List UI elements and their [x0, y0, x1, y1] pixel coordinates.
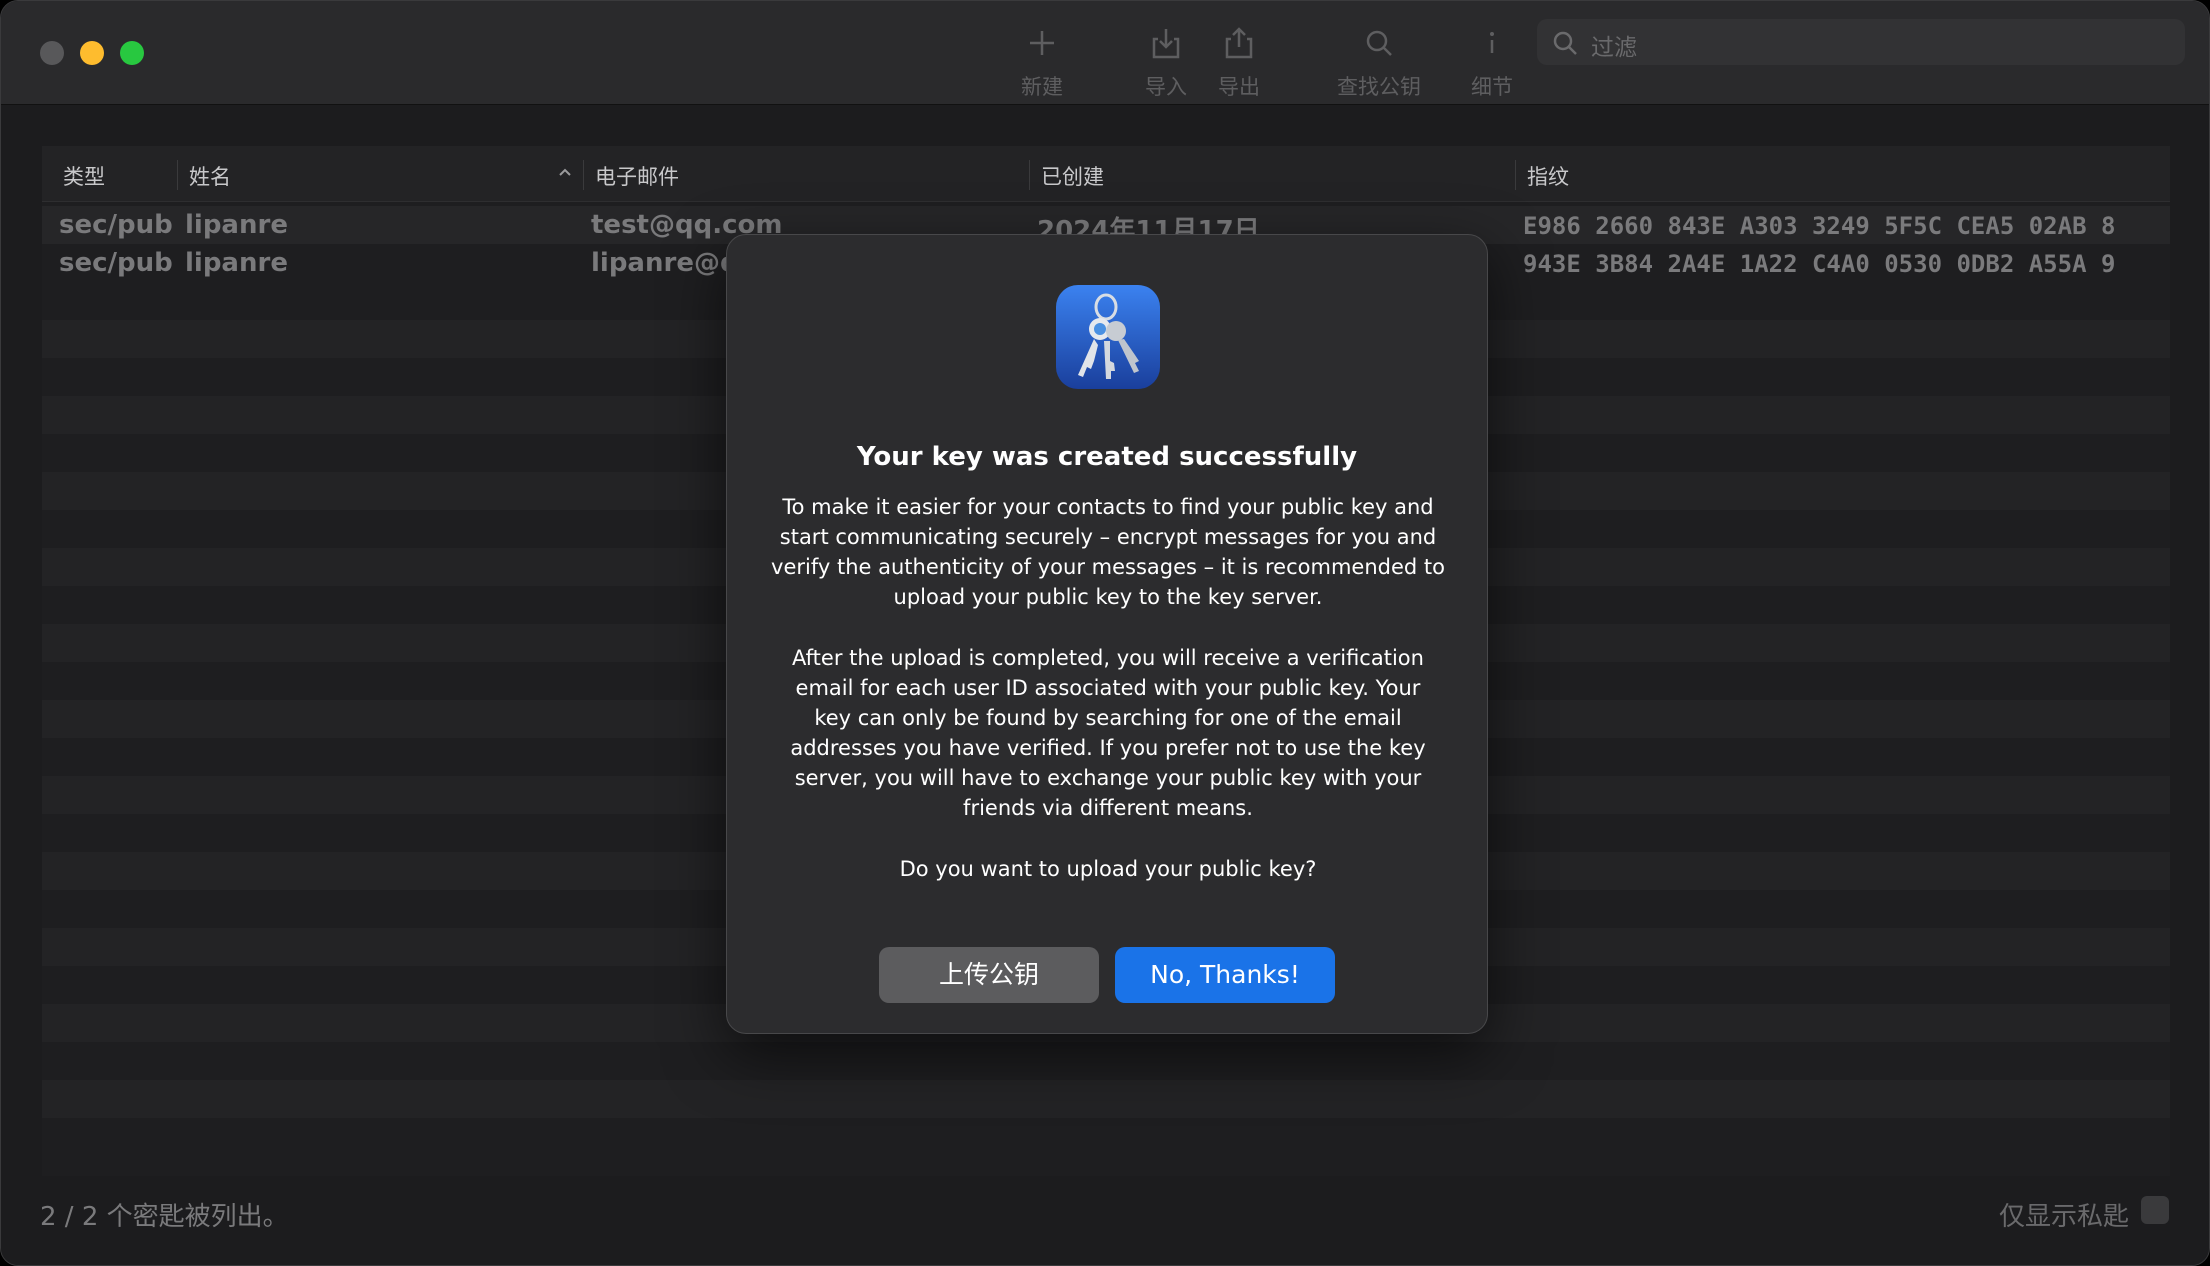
lookup-key-label: 查找公钥	[1337, 75, 1421, 99]
cell-type: sec/pub	[59, 210, 173, 240]
cell-name: lipanre	[185, 248, 288, 278]
dialog-text-line: verify the authenticity of your messages…	[771, 555, 1445, 579]
status-footer: 2 / 2 个密匙被列出。 仅显示私匙	[1, 1176, 2209, 1265]
gpg-keychain-app-icon	[1056, 285, 1160, 389]
dialog-text-line: key can only be found by searching for o…	[814, 706, 1402, 730]
dialog-question: Do you want to upload your public key?	[899, 857, 1317, 881]
dialog-text-line: addresses you have verified. If you pref…	[790, 736, 1426, 760]
column-divider	[1029, 160, 1030, 190]
export-button[interactable]: 导出	[1218, 23, 1260, 101]
column-divider	[177, 160, 178, 190]
gpg-keychain-window: 新建 导入 导出 查找公钥 细节 过滤 类型 姓名 电子邮件 已创建 指纹 se…	[0, 0, 2210, 1266]
cell-type: sec/pub	[59, 248, 173, 278]
column-header-type[interactable]: 类型	[63, 161, 105, 191]
import-label: 导入	[1145, 75, 1187, 99]
import-icon	[1152, 29, 1180, 59]
plus-icon	[1030, 31, 1054, 55]
column-header-fingerprint[interactable]: 指纹	[1527, 161, 1569, 191]
column-header-email[interactable]: 电子邮件	[595, 161, 679, 191]
column-divider	[583, 160, 584, 190]
details-label: 细节	[1471, 75, 1513, 99]
search-placeholder: 过滤	[1591, 35, 1637, 61]
magnifier-icon	[1366, 30, 1392, 56]
dialog-text-line: email for each user ID associated with y…	[795, 676, 1421, 700]
dialog-title: Your key was created successfully	[856, 442, 1358, 472]
dialog-text-line: friends via different means.	[963, 796, 1253, 820]
no-thanks-button[interactable]: No, Thanks!	[1115, 947, 1335, 1003]
column-header-name[interactable]: 姓名	[189, 161, 231, 191]
dialog-text-line: server, you will have to exchange your p…	[794, 766, 1422, 790]
close-window-button[interactable]	[40, 41, 64, 65]
search-icon	[1553, 31, 1577, 55]
title-bar: 新建 导入 导出 查找公钥 细节 过滤	[1, 1, 2209, 105]
dialog-text-line: start communicating securely – encrypt m…	[779, 525, 1437, 549]
dialog-text-line: upload your public key to the key server…	[893, 585, 1323, 609]
cell-fingerprint: E986 2660 843E A303 3249 5F5C CEA5 02AB …	[1523, 212, 2116, 240]
export-icon	[1225, 27, 1253, 59]
lookup-key-button[interactable]: 查找公钥	[1337, 23, 1421, 101]
key-count-text: 2 / 2 个密匙被列出。	[40, 1202, 289, 1232]
column-divider	[1515, 160, 1516, 190]
dialog-text-line: After the upload is completed, you will …	[792, 646, 1424, 670]
export-label: 导出	[1218, 75, 1260, 99]
upload-public-key-button[interactable]: 上传公钥	[879, 947, 1099, 1003]
key-created-dialog: Your key was created successfully To mak…	[726, 234, 1488, 1034]
cell-name: lipanre	[185, 210, 288, 240]
import-button[interactable]: 导入	[1145, 23, 1187, 101]
empty-row-stripe	[42, 1080, 2170, 1118]
filter-search-field[interactable]: 过滤	[1537, 19, 2185, 65]
column-header-created[interactable]: 已创建	[1041, 161, 1104, 191]
cell-fingerprint: 943E 3B84 2A4E 1A22 C4A0 0530 0DB2 A55A …	[1523, 250, 2116, 278]
minimize-window-button[interactable]	[80, 41, 104, 65]
sort-ascending-icon	[559, 168, 571, 176]
zoom-window-button[interactable]	[120, 41, 144, 65]
new-key-button[interactable]: 新建	[1021, 23, 1063, 101]
new-key-label: 新建	[1021, 75, 1063, 99]
table-header: 类型 姓名 电子邮件 已创建 指纹	[42, 146, 2170, 202]
info-icon	[1490, 32, 1494, 53]
private-only-checkbox[interactable]	[2141, 1196, 2169, 1224]
details-button[interactable]: 细节	[1471, 23, 1513, 101]
private-only-label: 仅显示私匙	[1998, 1202, 2129, 1232]
dialog-text-line: To make it easier for your contacts to f…	[782, 495, 1434, 519]
